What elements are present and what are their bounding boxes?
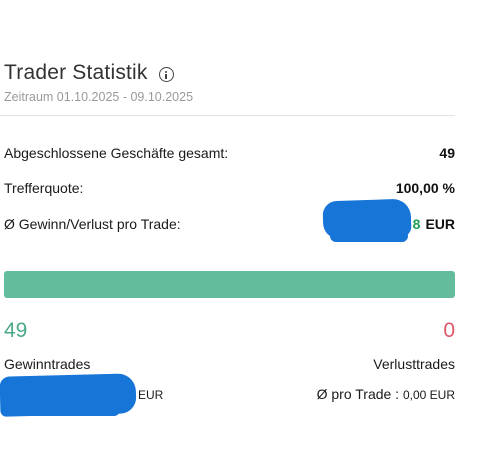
closed-trades-label: Abgeschlossene Geschäfte gesamt: <box>4 145 229 161</box>
avg-profit-value-wrap: 8 EUR <box>413 216 455 232</box>
losing-trades-count: 0 <box>443 319 455 342</box>
hit-rate-label: Trefferquote: <box>4 180 84 196</box>
losing-avg-value: 0,00 EUR <box>402 388 455 402</box>
page-title: Trader Statistik <box>4 61 174 85</box>
period-text: Zeitraum 01.10.2025 - 09.10.2025 <box>4 90 194 104</box>
trader-statistics-panel: Trader Statistik Zeitraum 01.10.2025 - 0… <box>0 0 486 465</box>
winning-avg-unit: EUR <box>138 388 164 402</box>
redaction-mark <box>330 230 408 242</box>
losing-trades-label: Verlusttrades <box>373 356 455 372</box>
winning-trades-label: Gewinntrades <box>4 356 91 372</box>
divider <box>0 115 455 116</box>
stat-row-hit-rate: Trefferquote: 100,00 % <box>4 180 455 196</box>
avg-profit-value: 8 <box>412 216 421 232</box>
avg-profit-label: Ø Gewinn/Verlust pro Trade: <box>4 216 181 232</box>
page-title-text: Trader Statistik <box>4 61 148 84</box>
closed-trades-value: 49 <box>439 145 455 161</box>
winning-trades-count: 49 <box>4 319 28 342</box>
redaction-mark <box>2 404 120 416</box>
win-loss-bar-fill <box>4 271 455 298</box>
win-loss-bar <box>4 271 455 298</box>
hit-rate-value: 100,00 % <box>395 180 455 196</box>
info-icon[interactable] <box>158 67 174 82</box>
avg-profit-unit: EUR <box>425 216 455 232</box>
stat-row-closed-trades: Abgeschlossene Geschäfte gesamt: 49 <box>4 145 455 161</box>
losing-avg-per-trade: Ø pro Trade : 0,00 EUR <box>317 386 455 402</box>
losing-avg-label: Ø pro Trade : <box>316 386 400 402</box>
